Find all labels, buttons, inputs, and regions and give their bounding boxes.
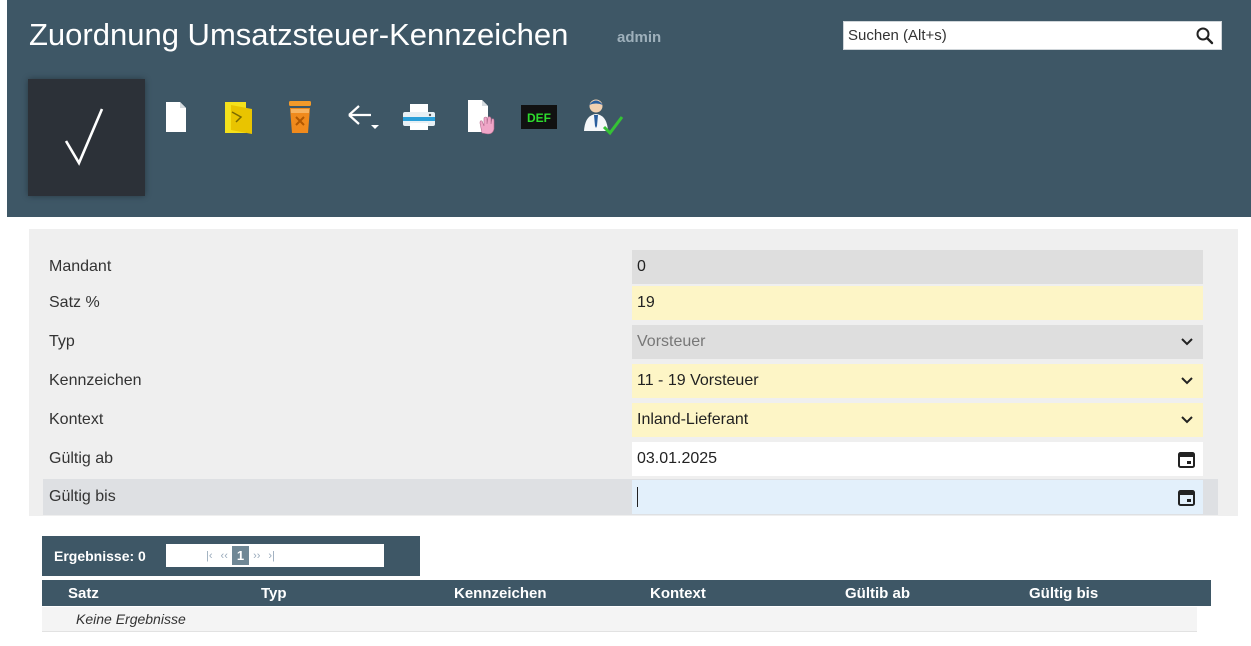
- search-input[interactable]: [844, 22, 1184, 49]
- user-check-button[interactable]: [581, 94, 627, 140]
- save-button[interactable]: [28, 79, 145, 196]
- column-header-satz[interactable]: Satz: [68, 585, 99, 602]
- column-header-kennzeichen[interactable]: Kennzeichen: [454, 585, 547, 602]
- pager-next-button[interactable]: ››: [249, 550, 264, 562]
- chevron-down-icon: [1181, 338, 1193, 346]
- svg-text:DEF: DEF: [527, 111, 551, 125]
- typ-value: Vorsteuer: [637, 333, 706, 350]
- delete-button[interactable]: [285, 94, 315, 140]
- back-button[interactable]: [345, 94, 381, 140]
- gueltig-ab-label: Gültig ab: [49, 450, 114, 467]
- column-header-kontext[interactable]: Kontext: [650, 585, 706, 602]
- form-row-gueltig-ab: Gültig ab 03.01.2025: [43, 441, 1218, 477]
- results-count: Ergebnisse: 0: [54, 548, 146, 564]
- new-button[interactable]: [163, 94, 189, 140]
- print-icon: [403, 104, 435, 130]
- document-hand-icon: [468, 100, 495, 135]
- detail-form: Mandant 0 Satz % 19 Typ Vorsteuer Kennze…: [29, 229, 1238, 516]
- text-cursor: [637, 486, 638, 507]
- checkmark-icon: [64, 107, 103, 166]
- back-arrow-dropdown-icon: [348, 105, 379, 129]
- pager-prev-button[interactable]: ‹‹: [217, 550, 232, 562]
- column-header-gueltig-ab[interactable]: Gültib ab: [845, 585, 910, 602]
- search-box[interactable]: [843, 21, 1222, 50]
- app-header: Zuordnung Umsatzsteuer-Kennzeichen admin: [7, 0, 1251, 217]
- satz-field[interactable]: 19: [632, 286, 1203, 320]
- chevron-down-icon: [1181, 416, 1193, 424]
- chevron-down-icon: [1181, 377, 1193, 385]
- typ-select[interactable]: Vorsteuer: [632, 325, 1203, 359]
- calendar-icon[interactable]: [1178, 489, 1195, 506]
- print-button[interactable]: [401, 94, 437, 140]
- pager-first-button[interactable]: |‹: [202, 550, 217, 562]
- gueltig-ab-field[interactable]: 03.01.2025: [632, 442, 1203, 476]
- form-row-typ: Typ Vorsteuer: [43, 324, 1218, 360]
- form-row-gueltig-bis: Gültig bis: [43, 479, 1218, 515]
- form-row-mandant: Mandant 0: [43, 249, 1218, 285]
- user-check-icon: [584, 99, 624, 136]
- delete-bin-icon: [289, 101, 311, 133]
- calendar-icon[interactable]: [1178, 451, 1195, 468]
- gueltig-ab-value: 03.01.2025: [637, 450, 718, 467]
- release-button[interactable]: [463, 94, 499, 140]
- kennzeichen-select[interactable]: 11 - 19 Vorsteuer: [632, 364, 1203, 398]
- open-folder-icon: [225, 102, 252, 134]
- new-document-icon: [166, 102, 186, 132]
- default-button[interactable]: DEF: [519, 94, 559, 140]
- page-title: Zuordnung Umsatzsteuer-Kennzeichen: [29, 17, 569, 52]
- empty-results-text: Keine Ergebnisse: [76, 611, 186, 627]
- column-header-gueltig-bis[interactable]: Gültig bis: [1029, 585, 1098, 602]
- current-user: admin: [617, 29, 662, 46]
- form-row-kennzeichen: Kennzeichen 11 - 19 Vorsteuer: [43, 363, 1218, 399]
- results-bar: Ergebnisse: 0 |‹ ‹‹ 1 ›› ›|: [42, 536, 420, 576]
- search-icon[interactable]: [1195, 26, 1215, 46]
- pager-current-page[interactable]: 1: [231, 546, 250, 565]
- typ-label: Typ: [49, 333, 75, 350]
- gueltig-bis-field[interactable]: [632, 480, 1203, 514]
- mandant-label: Mandant: [49, 258, 112, 275]
- def-icon: DEF: [521, 105, 557, 129]
- kontext-label: Kontext: [49, 411, 104, 428]
- mandant-field: 0: [632, 250, 1203, 284]
- form-row-satz: Satz % 19: [43, 285, 1218, 321]
- satz-label: Satz %: [49, 294, 100, 311]
- gueltig-bis-label: Gültig bis: [49, 488, 116, 505]
- kontext-select[interactable]: Inland-Lieferant: [632, 403, 1203, 437]
- pager-last-button[interactable]: ›|: [264, 550, 279, 562]
- results-empty-row: Keine Ergebnisse: [42, 607, 1197, 632]
- pager: |‹ ‹‹ 1 ›› ›|: [166, 544, 384, 567]
- form-row-kontext: Kontext Inland-Lieferant: [43, 402, 1218, 438]
- kennzeichen-value: 11 - 19 Vorsteuer: [637, 372, 759, 389]
- kontext-value: Inland-Lieferant: [637, 411, 749, 428]
- open-button[interactable]: [219, 94, 259, 140]
- results-table-header: Satz Typ Kennzeichen Kontext Gültib ab G…: [42, 580, 1211, 606]
- column-header-typ[interactable]: Typ: [261, 585, 287, 602]
- kennzeichen-label: Kennzeichen: [49, 372, 142, 389]
